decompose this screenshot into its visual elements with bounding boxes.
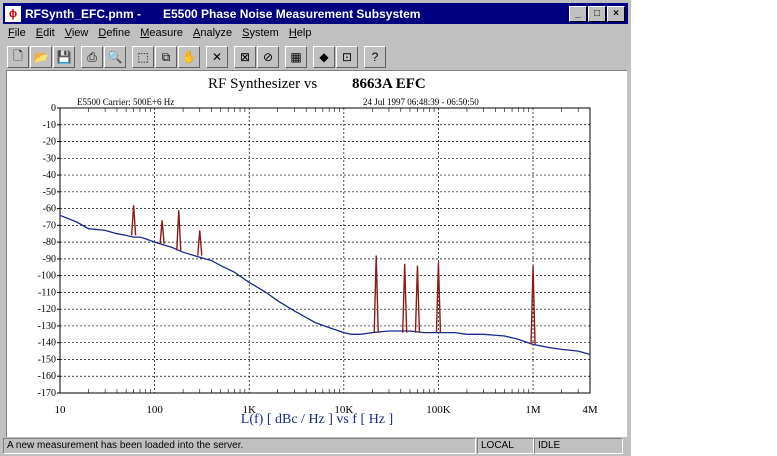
- spur-line: [373, 255, 379, 333]
- y-tick-label: -120: [38, 304, 56, 315]
- window-controls: _ □ ×: [569, 6, 625, 22]
- y-tick-label: -10: [43, 120, 56, 131]
- y-tick-label: -70: [43, 220, 56, 231]
- menu-define[interactable]: Define: [93, 27, 135, 43]
- open-folder-icon[interactable]: 📂: [30, 46, 52, 68]
- window-title-app: E5500 Phase Noise Measurement Subsystem: [163, 6, 421, 21]
- y-tick-label: -100: [38, 271, 56, 282]
- x-tick-label: 4M: [582, 404, 598, 416]
- status-bar: A new measurement has been loaded into t…: [3, 438, 628, 454]
- app-window: ϕ RFSynth_EFC.pnm - E5500 Phase Noise Me…: [0, 0, 631, 456]
- help-pointer-icon[interactable]: ?: [364, 46, 386, 68]
- toolbar: 🗋 📂 💾 ⎙ 🔍 ⬚ ⧉ ✋ ✕ ⊠ ⊘ ▦ ◆ ⊡?: [7, 46, 387, 68]
- spur-line: [159, 220, 165, 244]
- menu-bar: File Edit View Define Measure Analyze Sy…: [3, 27, 316, 43]
- copy-windows-icon[interactable]: ⧉: [155, 46, 177, 68]
- x-tick-label: 1M: [525, 404, 541, 416]
- graph-window-icon[interactable]: ⊡: [336, 46, 358, 68]
- menu-file[interactable]: File: [3, 27, 31, 43]
- spur-line: [176, 210, 182, 251]
- menu-measure[interactable]: Measure: [135, 27, 188, 43]
- spur-line: [130, 205, 137, 236]
- diamond-icon[interactable]: ◆: [313, 46, 335, 68]
- chart-title-right: 8663A EFC: [352, 76, 426, 92]
- plot-frame: [59, 107, 591, 394]
- table-icon[interactable]: ▦: [285, 46, 307, 68]
- y-tick-label: -80: [43, 237, 56, 248]
- noise-trace: [59, 214, 591, 356]
- x-tick-label: 10: [55, 404, 67, 416]
- y-tick-label: -150: [38, 354, 56, 365]
- hand-pan-icon[interactable]: ✋: [178, 46, 200, 68]
- spur-line: [197, 230, 203, 256]
- y-tick-label: -140: [38, 338, 56, 349]
- save-disk-icon[interactable]: 💾: [53, 46, 75, 68]
- close-button[interactable]: ×: [607, 6, 625, 22]
- marker-icon[interactable]: ⊠: [234, 46, 256, 68]
- x-tick-label: 100K: [426, 404, 451, 416]
- chart-subtitle-left: E5500 Carrier: 500E+6 Hz: [77, 97, 174, 107]
- x-tick-label: 100: [146, 404, 163, 416]
- delete-x-icon[interactable]: ✕: [206, 46, 228, 68]
- zoom-box-icon[interactable]: ⬚: [132, 46, 154, 68]
- chart-subtitle-right: 24 Jul 1997 06:48:39 - 06:50:50: [363, 97, 479, 107]
- y-tick-label: -130: [38, 321, 56, 332]
- maximize-button[interactable]: □: [588, 6, 606, 22]
- status-message: A new measurement has been loaded into t…: [3, 438, 476, 454]
- y-tick-label: -40: [43, 170, 56, 181]
- y-tick-label: -20: [43, 137, 56, 148]
- y-tick-label: -160: [38, 371, 56, 382]
- chart-title-left: RF Synthesizer vs: [208, 76, 317, 92]
- y-tick-label: -60: [43, 204, 56, 215]
- x-axis-label: L(f) [ dBc / Hz ] vs f [ Hz ]: [241, 412, 393, 427]
- print-icon[interactable]: ⎙: [81, 46, 103, 68]
- spur-line: [402, 263, 408, 333]
- print-preview-icon[interactable]: 🔍: [104, 46, 126, 68]
- title-bar[interactable]: ϕ RFSynth_EFC.pnm - E5500 Phase Noise Me…: [3, 3, 628, 24]
- menu-view[interactable]: View: [60, 27, 94, 43]
- window-title-file: RFSynth_EFC.pnm -: [25, 6, 141, 21]
- minimize-button[interactable]: _: [569, 6, 587, 22]
- menu-system[interactable]: System: [237, 27, 284, 43]
- y-tick-label: -170: [38, 388, 56, 399]
- y-tick-label: -110: [38, 287, 56, 298]
- app-icon[interactable]: ϕ: [5, 5, 21, 22]
- menu-edit[interactable]: Edit: [31, 27, 60, 43]
- menu-analyze[interactable]: Analyze: [188, 27, 237, 43]
- y-tick-label: -90: [43, 254, 56, 265]
- new-file-icon[interactable]: 🗋: [7, 46, 29, 68]
- status-state: IDLE: [534, 438, 623, 454]
- phase-noise-chart: RF Synthesizer vs 8663A EFC E5500 Carrier:…: [38, 76, 598, 427]
- plot-area: RF Synthesizer vs 8663A EFC E5500 Carrier:…: [6, 70, 627, 437]
- y-tick-label: -50: [43, 187, 56, 198]
- status-mode: LOCAL: [477, 438, 534, 454]
- y-tick-label: -30: [43, 153, 56, 164]
- spur-edit-icon[interactable]: ⊘: [257, 46, 279, 68]
- y-tick-label: 0: [51, 103, 56, 114]
- menu-help[interactable]: Help: [284, 27, 317, 43]
